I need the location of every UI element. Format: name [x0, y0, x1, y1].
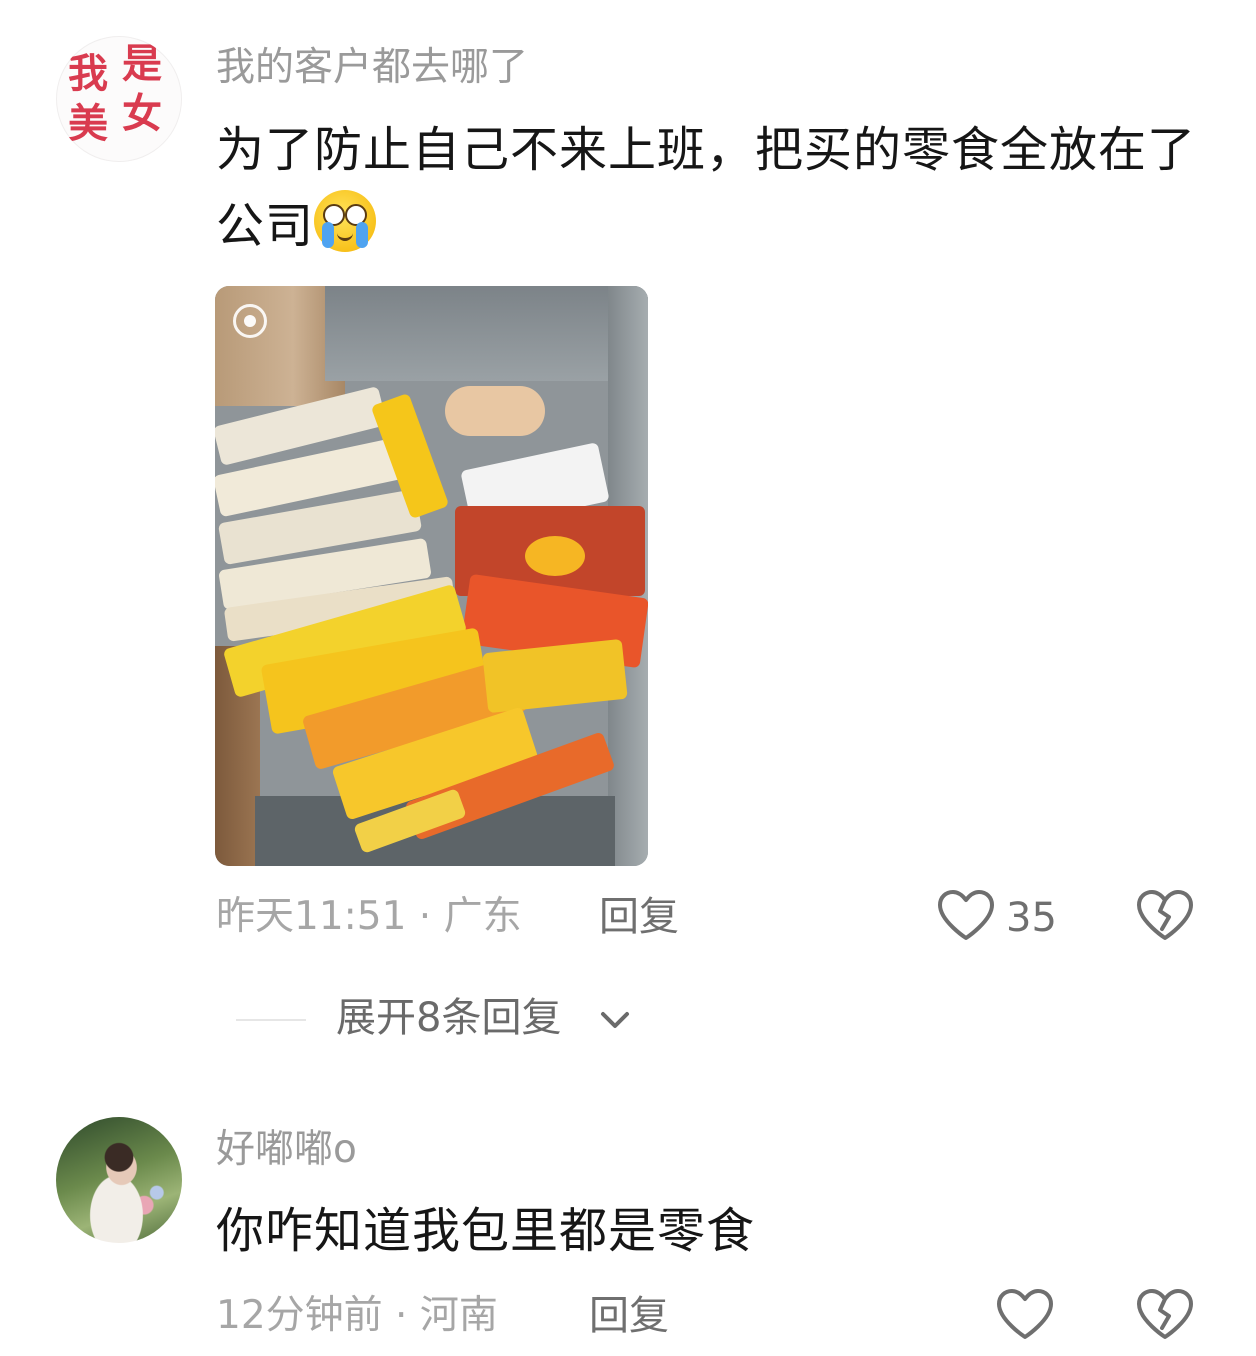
live-photo-icon	[233, 304, 267, 338]
avatar-char: 是	[122, 40, 162, 87]
like-count: 35	[1006, 895, 1057, 941]
avatar[interactable]	[56, 1117, 182, 1243]
time-location: 昨天11:51 · 广东	[216, 894, 522, 939]
expand-replies-button[interactable]: 展开8条回复	[336, 998, 561, 1038]
avatar[interactable]: 我 是 美 女	[56, 36, 182, 162]
chevron-down-icon[interactable]	[597, 1005, 633, 1035]
avatar-char: 我	[68, 50, 108, 97]
comment-text: 你咋知道我包里都是零食	[216, 1203, 756, 1259]
heart-icon[interactable]	[996, 1288, 1054, 1340]
username[interactable]: 我的客户都去哪了	[216, 48, 528, 87]
divider-line	[236, 1019, 306, 1021]
reply-button[interactable]: 回复	[589, 1296, 669, 1336]
broken-heart-icon[interactable]	[1136, 1288, 1194, 1340]
username[interactable]: 好嘟嘟o	[216, 1130, 357, 1169]
snack-drawer-photo[interactable]	[215, 286, 648, 866]
reply-button[interactable]: 回复	[599, 897, 679, 937]
avatar-char: 女	[122, 90, 162, 137]
avatar-char: 美	[68, 100, 108, 147]
crying-face-emoji-icon	[314, 190, 377, 252]
time-location: 12分钟前 · 河南	[216, 1293, 498, 1338]
broken-heart-icon[interactable]	[1136, 889, 1194, 941]
comment-text: 为了防止自己不来上班，把买的零食全放在了公司	[216, 112, 1216, 264]
heart-icon[interactable]	[937, 889, 995, 941]
